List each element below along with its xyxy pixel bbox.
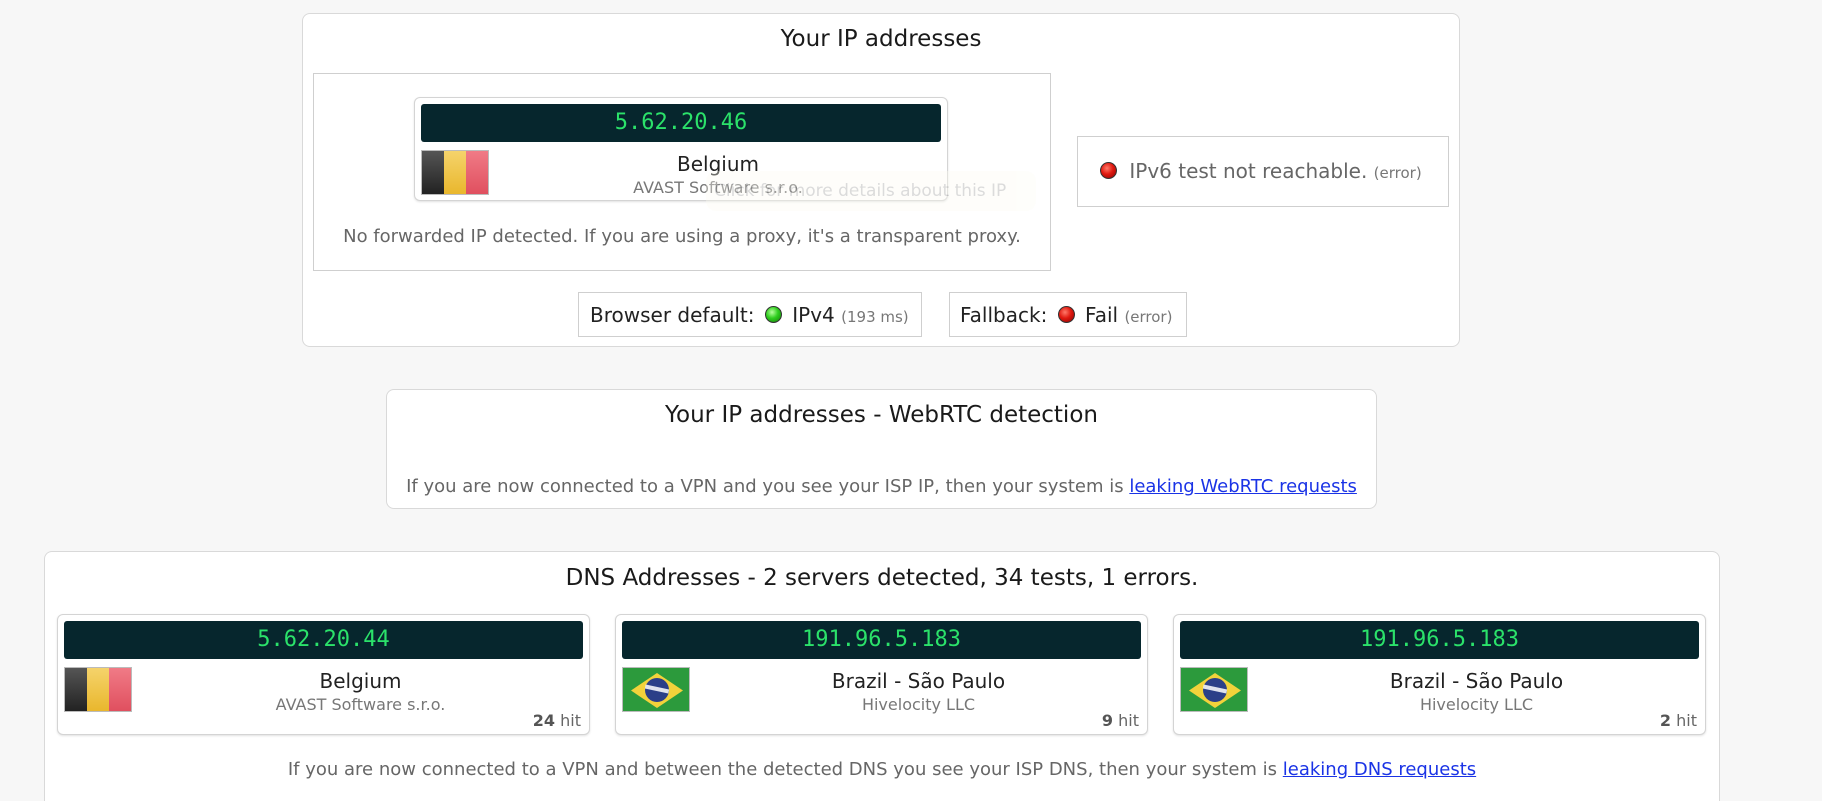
ip-details-tooltip: Click for more details about this IP	[706, 171, 1036, 211]
webrtc-panel: Your IP addresses - WebRTC detection If …	[386, 389, 1377, 509]
dns-panel: DNS Addresses - 2 servers detected, 34 t…	[44, 551, 1720, 801]
dns-server-card[interactable]: 5.62.20.44 Belgium AVAST Software s.r.o.…	[57, 614, 590, 735]
fallback-result: Fail	[1085, 303, 1119, 327]
fallback-line: Fallback: Fail (error)	[960, 303, 1172, 327]
browser-default-box: Browser default: IPv4 (193 ms)	[578, 292, 922, 337]
dns-server-ip: 191.96.5.183	[622, 621, 1141, 659]
hit-label: hit	[1676, 711, 1697, 730]
browser-default-latency: (193 ms)	[841, 308, 909, 326]
ipv6-status-line: IPv6 test not reachable. (error)	[1100, 159, 1422, 183]
ipv4-result-box: 5.62.20.46 Belgium AVAST Software s.r.o.…	[313, 73, 1051, 271]
dns-server-isp: Hivelocity LLC	[1419, 695, 1534, 714]
dns-hit-count: 9 hit	[1102, 711, 1139, 730]
belgium-flag-icon	[64, 667, 132, 712]
dns-server-isp: AVAST Software s.r.o.	[275, 695, 446, 714]
dns-leak-link[interactable]: leaking DNS requests	[1283, 759, 1476, 780]
dns-server-country: Belgium	[319, 669, 402, 693]
brazil-flag-icon	[622, 667, 690, 712]
dns-note-text: If you are now connected to a VPN and be…	[287, 759, 1283, 780]
success-status-icon	[764, 306, 782, 323]
hit-number: 24	[532, 711, 556, 730]
dns-server-country: Brazil - São Paulo	[831, 669, 1006, 693]
forwarded-ip-note: No forwarded IP detected. If you are usi…	[343, 226, 1021, 247]
error-status-icon	[1100, 162, 1117, 179]
brazil-flag-icon	[1180, 667, 1248, 712]
hit-label: hit	[560, 711, 581, 730]
ipv6-result-box: IPv6 test not reachable. (error)	[1077, 136, 1449, 207]
ipv6-text: IPv6 test not reachable.	[1129, 159, 1368, 183]
fallback-status: (error)	[1124, 308, 1173, 326]
fallback-label: Fallback:	[960, 303, 1048, 327]
dns-hit-count: 2 hit	[1660, 711, 1697, 730]
belgium-flag-icon	[421, 150, 489, 195]
ipv4-address: 5.62.20.46	[421, 104, 941, 142]
webrtc-panel-title: Your IP addresses - WebRTC detection	[665, 402, 1098, 428]
webrtc-leak-link[interactable]: leaking WebRTC requests	[1129, 476, 1357, 497]
hit-number: 9	[1101, 711, 1114, 730]
hit-label: hit	[1118, 711, 1139, 730]
browser-default-line: Browser default: IPv4 (193 ms)	[590, 303, 909, 327]
ip-panel-title: Your IP addresses	[780, 26, 982, 52]
dns-hit-count: 24 hit	[533, 711, 581, 730]
ipv6-status: (error)	[1373, 164, 1422, 182]
dns-panel-title: DNS Addresses - 2 servers detected, 34 t…	[565, 565, 1199, 591]
fallback-box: Fallback: Fail (error)	[949, 292, 1187, 337]
webrtc-note: If you are now connected to a VPN and yo…	[387, 476, 1376, 497]
hit-number: 2	[1659, 711, 1672, 730]
ip-addresses-panel: Your IP addresses 5.62.20.46 Belgium AVA…	[302, 13, 1460, 347]
dns-server-ip: 5.62.20.44	[64, 621, 583, 659]
error-status-icon	[1057, 306, 1075, 323]
browser-default-label: Browser default:	[590, 303, 755, 327]
dns-server-country: Brazil - São Paulo	[1389, 669, 1564, 693]
browser-default-protocol: IPv4	[792, 303, 835, 327]
dns-server-card[interactable]: 191.96.5.183 Brazil - São Paulo Hiveloci…	[1173, 614, 1706, 735]
dns-server-isp: Hivelocity LLC	[861, 695, 976, 714]
webrtc-note-text: If you are now connected to a VPN and yo…	[406, 476, 1130, 497]
dns-leak-note: If you are now connected to a VPN and be…	[45, 759, 1719, 780]
dns-server-card[interactable]: 191.96.5.183 Brazil - São Paulo Hiveloci…	[615, 614, 1148, 735]
dns-server-ip: 191.96.5.183	[1180, 621, 1699, 659]
